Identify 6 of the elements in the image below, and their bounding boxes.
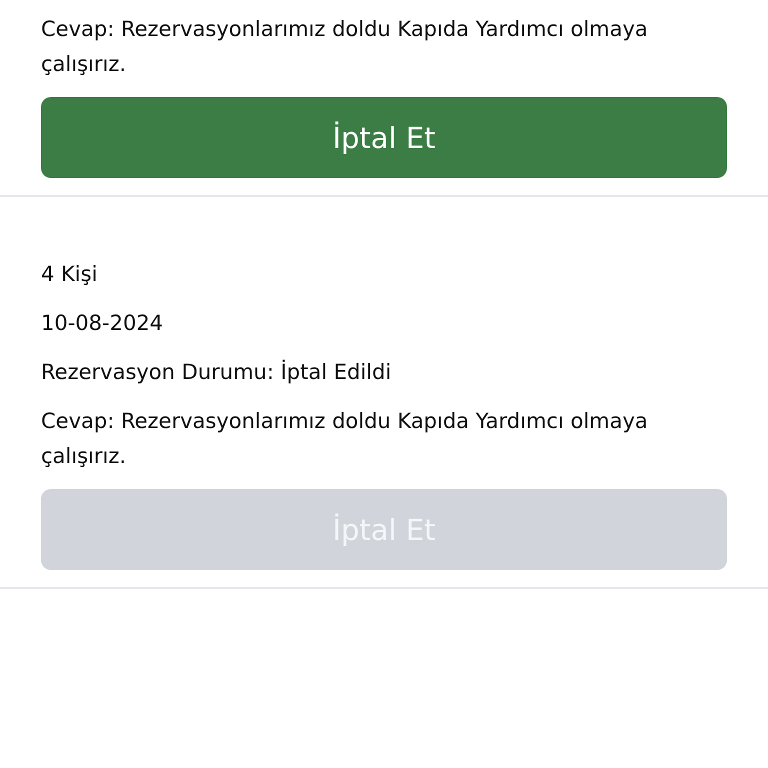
cancel-button[interactable]: İptal Et [41,97,727,178]
reservation-date: 10-08-2024 [41,310,164,337]
people-count: 4 Kişi [41,261,98,288]
answer-text: Cevap: Rezervasyonlarımız doldu Kapıda Yardımcı olmaya çalışırız. [41,408,649,470]
answer-text: Cevap: Rezervasyonlarımız doldu Kapıda Yardımcı olmaya çalışırız. [41,16,649,78]
reservation-status: Rezervasyon Durumu: İptal Edildi [41,358,392,386]
